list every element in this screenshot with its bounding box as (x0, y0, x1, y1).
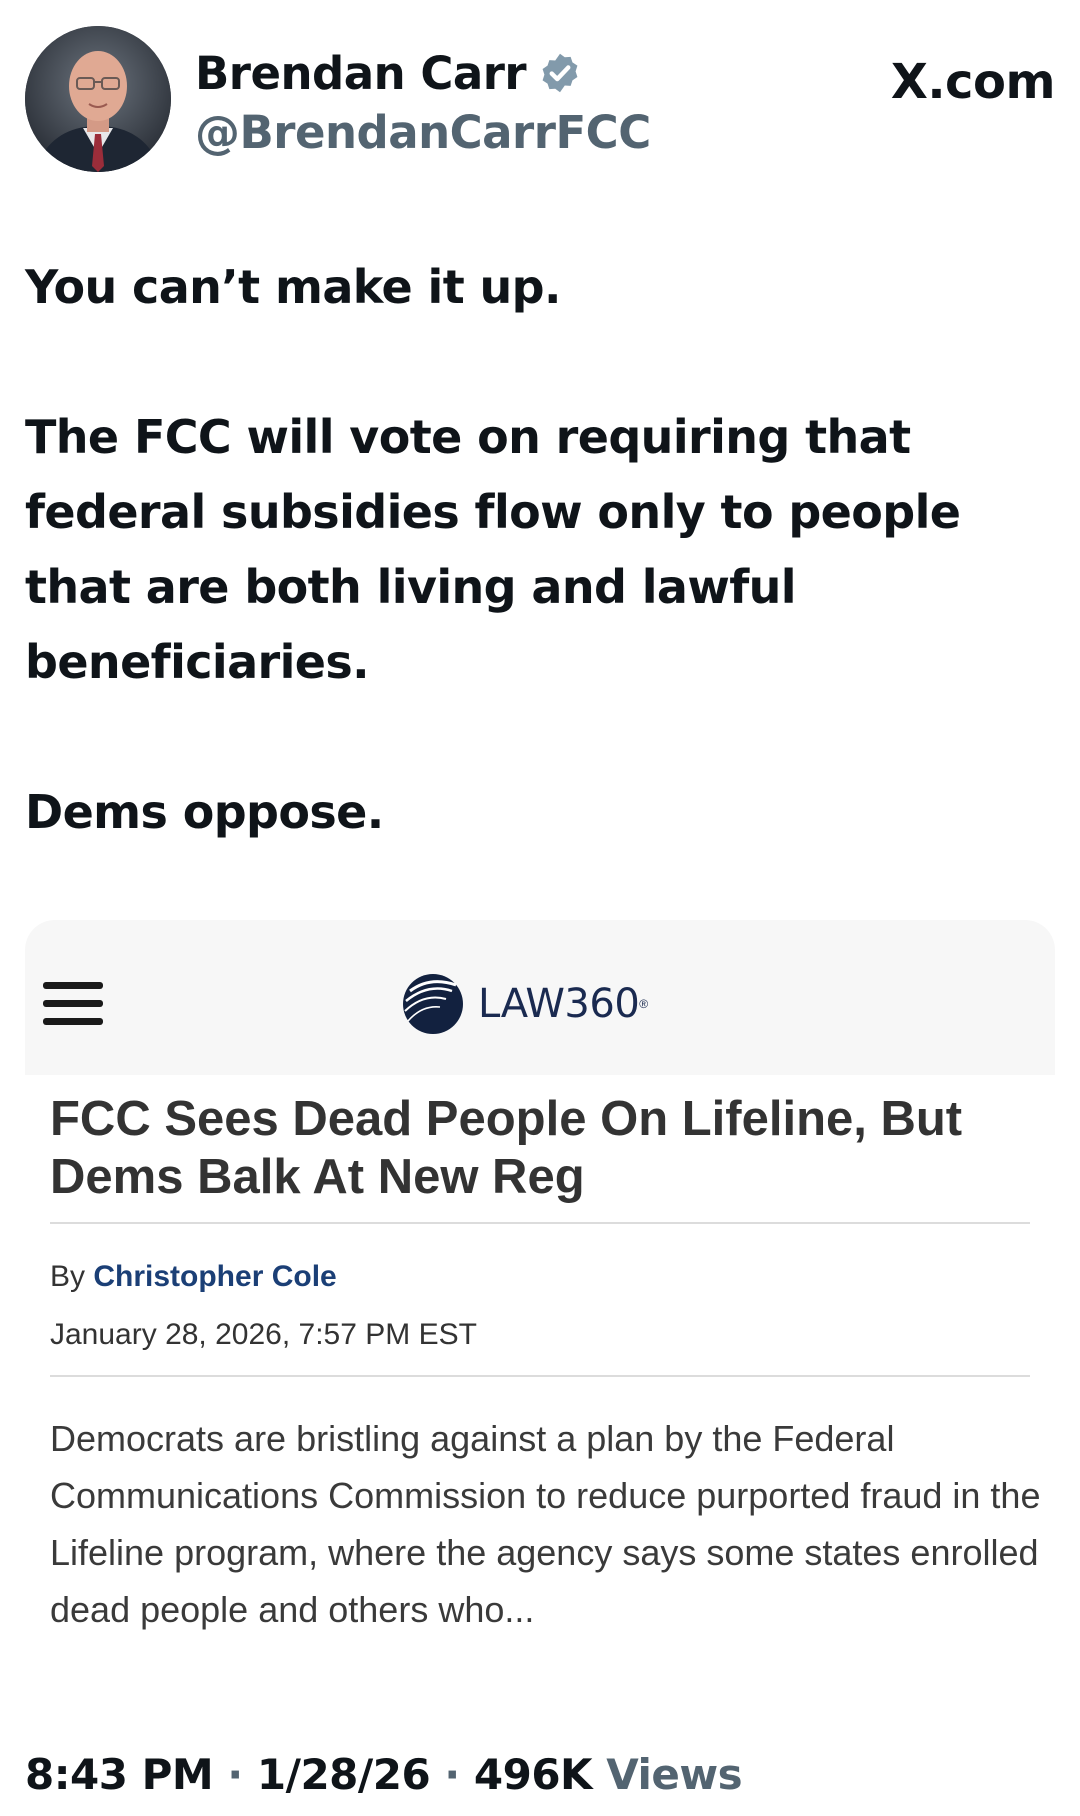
article-title[interactable]: FCC Sees Dead People On Lifeline, But De… (50, 1090, 1040, 1206)
tweet-meta: 8:43 PM · 1/28/26 · 496K Views (25, 1750, 743, 1799)
article-card[interactable]: LAW360 ® FCC Sees Dead People On Lifelin… (25, 920, 1055, 1650)
tweet-paragraph: You can’t make it up. (25, 260, 561, 314)
divider (50, 1375, 1030, 1377)
meta-separator: · (430, 1750, 474, 1799)
views-label: Views (606, 1750, 743, 1799)
tweet-time[interactable]: 8:43 PM (25, 1750, 214, 1799)
avatar[interactable] (25, 26, 171, 172)
verified-badge-icon (542, 53, 578, 93)
article-date: January 28, 2026, 7:57 PM EST (50, 1318, 477, 1351)
logo-registered-mark: ® (639, 997, 649, 1011)
law360-globe-icon (403, 974, 463, 1034)
tweet-text: You can’t make it up. The FCC will vote … (25, 250, 1055, 925)
tweet-paragraph: Dems oppose. (25, 785, 384, 839)
byline: By Christopher Cole (50, 1260, 337, 1294)
divider (50, 1222, 1030, 1224)
site-label: X.com (890, 54, 1056, 110)
avatar-image (25, 26, 171, 172)
tweet-paragraph: The FCC will vote on requiring that fede… (25, 410, 961, 689)
byline-author-link[interactable]: Christopher Cole (93, 1260, 336, 1293)
views-count: 496K (473, 1750, 593, 1799)
meta-separator: · (213, 1750, 257, 1799)
hamburger-menu-icon[interactable] (43, 982, 103, 1026)
author-name-row: Brendan Carr (195, 47, 582, 100)
byline-prefix: By (50, 1260, 86, 1293)
author-name[interactable]: Brendan Carr (195, 47, 527, 100)
law360-logo[interactable]: LAW360 ® (400, 968, 648, 1040)
logo-text: LAW360 (478, 981, 640, 1027)
author-handle[interactable]: @BrendanCarrFCC (195, 106, 651, 159)
tweet-header: Brendan Carr @BrendanCarrFCC X.com (25, 26, 1056, 176)
article-summary: Democrats are bristling against a plan b… (50, 1418, 1041, 1630)
tweet-date[interactable]: 1/28/26 (257, 1750, 431, 1799)
card-topbar: LAW360 ® (25, 920, 1055, 1075)
